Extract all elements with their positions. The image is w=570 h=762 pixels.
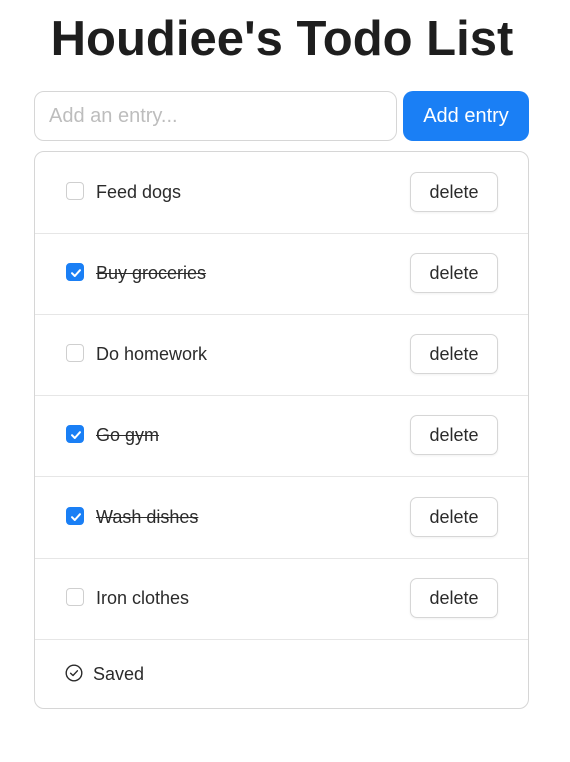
page-title: Houdiee's Todo List bbox=[50, 12, 514, 66]
status-text: Saved bbox=[93, 664, 145, 684]
delete-button[interactable]: delete bbox=[410, 415, 498, 455]
todo-label: Buy groceries bbox=[96, 263, 207, 283]
todo-label: Iron clothes bbox=[96, 588, 190, 608]
todo-checkbox[interactable] bbox=[66, 588, 84, 606]
todo-item: Do homework delete bbox=[35, 314, 528, 396]
add-entry-button[interactable]: Add entry bbox=[403, 91, 529, 141]
entry-input[interactable] bbox=[34, 91, 397, 141]
todo-checkbox[interactable] bbox=[66, 507, 84, 525]
checkmark-icon bbox=[71, 513, 81, 521]
todo-label: Feed dogs bbox=[96, 182, 182, 202]
delete-button[interactable]: delete bbox=[410, 172, 498, 212]
todo-label: Go gym bbox=[96, 425, 160, 445]
delete-button[interactable]: delete bbox=[410, 253, 498, 293]
todo-item: Iron clothes delete bbox=[35, 558, 528, 640]
checkmark-icon bbox=[71, 269, 81, 277]
todo-item: Feed dogs delete bbox=[35, 152, 528, 234]
todo-checkbox[interactable] bbox=[66, 344, 84, 362]
todo-item: Wash dishes delete bbox=[35, 477, 528, 559]
delete-button[interactable]: delete bbox=[410, 578, 498, 618]
todo-checkbox[interactable] bbox=[66, 425, 84, 443]
todo-list: Feed dogs delete Buy groceries delete Do… bbox=[34, 151, 529, 709]
todo-item: Go gym delete bbox=[35, 395, 528, 477]
status-bar: Saved bbox=[35, 640, 528, 708]
todo-checkbox[interactable] bbox=[66, 263, 84, 281]
todo-label: Wash dishes bbox=[96, 507, 199, 527]
todo-item: Buy groceries delete bbox=[35, 233, 528, 315]
check-circle-icon bbox=[65, 664, 83, 687]
checkmark-icon bbox=[71, 431, 81, 439]
delete-button[interactable]: delete bbox=[410, 334, 498, 374]
todo-checkbox[interactable] bbox=[66, 182, 84, 200]
todo-label: Do homework bbox=[96, 344, 208, 364]
delete-button[interactable]: delete bbox=[410, 497, 498, 537]
